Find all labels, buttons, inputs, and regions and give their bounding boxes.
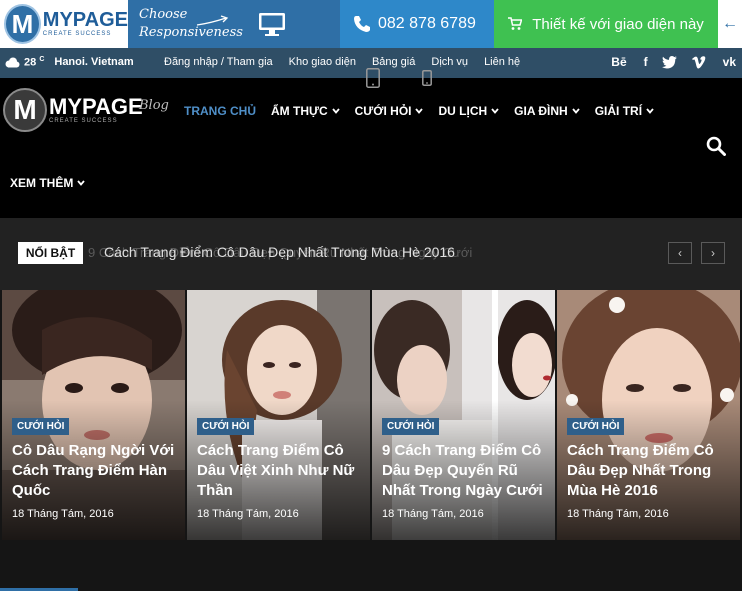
site-logo-name: MYPAGE [49,94,143,119]
post-card[interactable]: CƯỚI HỎI 9 Cách Trang Điểm Cô Dâu Đẹp Qu… [372,290,555,540]
phone-number: 082 878 6789 [378,15,476,32]
themes-link[interactable]: Kho giao diện [289,56,356,68]
ticker-next-button[interactable]: › [701,242,725,264]
weather-widget: 28 C Hanoi. Vietnam [4,56,134,69]
mobile-icon[interactable] [422,70,432,86]
promo-bar: M MYPAGE CREATE SUCCESS Choose Responsiv… [0,0,742,48]
temperature-unit: C [39,56,45,63]
nav-home[interactable]: TRANG CHỦ [184,104,256,118]
back-arrow-icon[interactable]: ← [718,0,742,48]
search-icon[interactable] [706,136,726,156]
nav-food[interactable]: ẨM THỰC [271,104,340,118]
ticker-current-title[interactable]: Cách Trang Điểm Cô Dâu Đẹp Nhất Trong Mù… [104,244,455,260]
facebook-icon[interactable]: f [644,55,648,69]
nav-wedding-label: CƯỚI HỎI [354,104,412,118]
category-badge[interactable]: CƯỚI HỎI [197,418,255,435]
cart-icon [508,17,523,30]
site-logo[interactable]: M MYPAGE CREATE SUCCESS Blog [3,88,169,132]
login-link[interactable]: Đăng nhập / Tham gia [164,56,273,68]
post-title[interactable]: 9 Cách Trang Điểm Cô Dâu Đẹp Quyến Rũ Nh… [382,441,547,501]
post-card[interactable]: CƯỚI HỎI Cách Trang Điểm Cô Dâu Đẹp Nhất… [557,290,740,540]
nav-wedding[interactable]: CƯỚI HỎI [355,104,424,118]
pricing-link[interactable]: Bảng giá [372,56,415,68]
top-links: Đăng nhập / Tham gia Kho giao diện Bảng … [164,56,536,68]
nav-travel-label: DU LỊCH [438,104,488,118]
phone-icon [354,16,370,32]
behance-icon[interactable]: Bē [611,55,626,69]
chevron-down-icon [415,108,424,114]
featured-posts: CƯỚI HỎI Cô Dâu Rạng Ngời Với Cách Trang… [2,290,742,540]
category-badge[interactable]: CƯỚI HỎI [12,418,70,435]
nav-home-label: TRANG CHỦ [184,104,256,118]
post-title[interactable]: Cách Trang Điểm Cô Dâu Việt Xinh Như Nữ … [197,441,362,501]
nav-family[interactable]: GIA ĐÌNH [514,104,580,118]
design-button-label: Thiết kế với giao diện này [532,15,704,33]
tablet-icon[interactable] [366,68,380,88]
nav-entertainment-label: GIẢI TRÍ [594,104,643,118]
promo-logo-text: MYPAGE CREATE SUCCESS [43,10,128,38]
city-name: Hanoi. Vietnam [54,56,134,69]
category-badge[interactable]: CƯỚI HỎI [567,418,625,435]
design-with-theme-button[interactable]: Thiết kế với giao diện này [494,0,718,48]
cloud-icon [5,57,20,68]
chevron-down-icon [331,108,340,114]
phone-contact[interactable]: 082 878 6789 [340,0,494,48]
main-nav: TRANG CHỦ ẨM THỰC CƯỚI HỎI DU LỊCH GIA Đ… [184,104,669,118]
promo-logo-name: MYPAGE [42,9,128,31]
ticker-prev-button[interactable]: ‹ [668,242,692,264]
nav-more[interactable]: XEM THÊM [10,176,86,190]
category-badge[interactable]: CƯỚI HỎI [382,418,440,435]
chevron-down-icon [572,108,580,114]
twitter-icon[interactable] [661,55,677,69]
featured-ticker: NỔI BẬT 9 Cách Trang Điểm Cô Dâu Đẹp Quy… [0,218,742,290]
post-date: 18 Tháng Tám, 2016 [382,508,484,520]
promo-logo-tagline: CREATE SUCCESS [42,31,112,37]
nav-travel[interactable]: DU LỊCH [438,104,499,118]
post-date: 18 Tháng Tám, 2016 [12,508,114,520]
nav-more-label: XEM THÊM [10,176,74,190]
content-area [0,540,742,591]
post-date: 18 Tháng Tám, 2016 [197,508,299,520]
arrow-right-icon [196,15,229,26]
post-title[interactable]: Cách Trang Điểm Cô Dâu Đẹp Nhất Trong Mù… [567,441,732,501]
nav-family-label: GIA ĐÌNH [514,104,568,118]
contact-link[interactable]: Liên hệ [484,56,520,68]
chevron-down-icon [491,108,499,114]
site-header: M MYPAGE CREATE SUCCESS Blog TRANG CHỦ Ẩ… [0,68,742,218]
site-logo-text: MYPAGE CREATE SUCCESS Blog [49,94,169,125]
post-date: 18 Tháng Tám, 2016 [567,508,669,520]
promo-logo-mark: M [4,4,41,44]
post-card[interactable]: CƯỚI HỎI Cô Dâu Rạng Ngời Với Cách Trang… [2,290,185,540]
chevron-down-icon [646,108,654,114]
ticker-label: NỔI BẬT [18,242,83,264]
promo-logo[interactable]: M MYPAGE CREATE SUCCESS [0,0,128,48]
temperature: 28 C [24,56,44,69]
site-logo-blog: Blog [139,98,169,113]
vk-icon[interactable]: vk [723,55,736,69]
chevron-down-icon [77,180,86,186]
monitor-icon[interactable] [257,11,287,37]
site-logo-mark: M [3,88,47,132]
post-card[interactable]: CƯỚI HỎI Cách Trang Điểm Cô Dâu Việt Xin… [187,290,370,540]
nav-food-label: ẨM THỰC [271,104,328,118]
page: M MYPAGE CREATE SUCCESS Choose Responsiv… [0,0,742,591]
social-links: Bē f vk [594,55,736,69]
temperature-value: 28 [24,56,37,69]
vimeo-icon[interactable] [691,55,706,69]
nav-entertainment[interactable]: GIẢI TRÍ [595,104,654,118]
services-link[interactable]: Dịch vụ [431,56,468,68]
post-title[interactable]: Cô Dâu Rạng Ngời Với Cách Trang Điểm Hàn… [12,441,177,501]
